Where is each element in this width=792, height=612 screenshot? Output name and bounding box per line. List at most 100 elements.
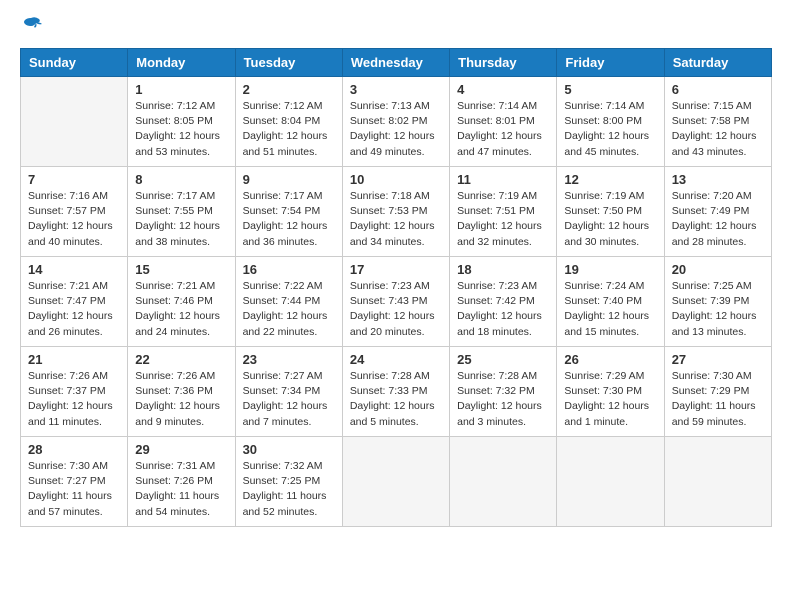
day-number: 6 <box>672 82 764 97</box>
day-info: Sunrise: 7:24 AM Sunset: 7:40 PM Dayligh… <box>564 279 656 340</box>
weekday-header-saturday: Saturday <box>664 49 771 77</box>
day-cell <box>21 77 128 167</box>
week-row-3: 14 Sunrise: 7:21 AM Sunset: 7:47 PM Dayli… <box>21 257 772 347</box>
day-cell: 2 Sunrise: 7:12 AM Sunset: 8:04 PM Daylig… <box>235 77 342 167</box>
day-cell: 4 Sunrise: 7:14 AM Sunset: 8:01 PM Daylig… <box>450 77 557 167</box>
day-cell: 7Sunrise: 7:16 AM Sunset: 7:57 PM Daylig… <box>21 167 128 257</box>
calendar-table: SundayMondayTuesdayWednesdayThursdayFrid… <box>20 48 772 527</box>
week-row-4: 21 Sunrise: 7:26 AM Sunset: 7:37 PM Dayli… <box>21 347 772 437</box>
day-number: 17 <box>350 262 442 277</box>
day-cell <box>557 437 664 527</box>
day-info: Sunrise: 7:30 AM Sunset: 7:29 PM Dayligh… <box>672 369 764 430</box>
weekday-header-wednesday: Wednesday <box>342 49 449 77</box>
day-cell: 3 Sunrise: 7:13 AM Sunset: 8:02 PM Daylig… <box>342 77 449 167</box>
day-number: 28 <box>28 442 120 457</box>
weekday-header-row: SundayMondayTuesdayWednesdayThursdayFrid… <box>21 49 772 77</box>
day-cell: 29 Sunrise: 7:31 AM Sunset: 7:26 PM Dayli… <box>128 437 235 527</box>
day-cell: 27 Sunrise: 7:30 AM Sunset: 7:29 PM Dayli… <box>664 347 771 437</box>
day-cell: 1 Sunrise: 7:12 AM Sunset: 8:05 PM Daylig… <box>128 77 235 167</box>
day-cell: 26 Sunrise: 7:29 AM Sunset: 7:30 PM Dayli… <box>557 347 664 437</box>
day-number: 29 <box>135 442 227 457</box>
day-info: Sunrise: 7:23 AM Sunset: 7:42 PM Dayligh… <box>457 279 549 340</box>
day-info: Sunrise: 7:26 AM Sunset: 7:37 PM Dayligh… <box>28 369 120 430</box>
logo <box>20 20 43 32</box>
day-number: 26 <box>564 352 656 367</box>
day-number: 20 <box>672 262 764 277</box>
day-info: Sunrise: 7:19 AM Sunset: 7:50 PM Dayligh… <box>564 189 656 250</box>
day-number: 11 <box>457 172 549 187</box>
day-info: Sunrise: 7:12 AM Sunset: 8:04 PM Dayligh… <box>243 99 335 160</box>
day-info: Sunrise: 7:26 AM Sunset: 7:36 PM Dayligh… <box>135 369 227 430</box>
day-info: Sunrise: 7:16 AM Sunset: 7:57 PM Dayligh… <box>28 189 120 250</box>
day-info: Sunrise: 7:12 AM Sunset: 8:05 PM Dayligh… <box>135 99 227 160</box>
day-cell: 13 Sunrise: 7:20 AM Sunset: 7:49 PM Dayli… <box>664 167 771 257</box>
day-number: 23 <box>243 352 335 367</box>
weekday-header-friday: Friday <box>557 49 664 77</box>
day-info: Sunrise: 7:21 AM Sunset: 7:46 PM Dayligh… <box>135 279 227 340</box>
day-number: 25 <box>457 352 549 367</box>
day-number: 1 <box>135 82 227 97</box>
day-number: 12 <box>564 172 656 187</box>
day-number: 15 <box>135 262 227 277</box>
page-header <box>20 20 772 32</box>
day-number: 3 <box>350 82 442 97</box>
week-row-5: 28 Sunrise: 7:30 AM Sunset: 7:27 PM Dayli… <box>21 437 772 527</box>
day-cell: 17 Sunrise: 7:23 AM Sunset: 7:43 PM Dayli… <box>342 257 449 347</box>
day-number: 14 <box>28 262 120 277</box>
weekday-header-monday: Monday <box>128 49 235 77</box>
day-number: 21 <box>28 352 120 367</box>
day-cell <box>342 437 449 527</box>
day-cell: 15 Sunrise: 7:21 AM Sunset: 7:46 PM Dayli… <box>128 257 235 347</box>
day-cell: 9 Sunrise: 7:17 AM Sunset: 7:54 PM Daylig… <box>235 167 342 257</box>
day-info: Sunrise: 7:25 AM Sunset: 7:39 PM Dayligh… <box>672 279 764 340</box>
day-number: 30 <box>243 442 335 457</box>
day-number: 13 <box>672 172 764 187</box>
logo-bird-icon <box>21 16 43 36</box>
day-cell: 24 Sunrise: 7:28 AM Sunset: 7:33 PM Dayli… <box>342 347 449 437</box>
week-row-1: 1 Sunrise: 7:12 AM Sunset: 8:05 PM Daylig… <box>21 77 772 167</box>
day-info: Sunrise: 7:15 AM Sunset: 7:58 PM Dayligh… <box>672 99 764 160</box>
day-cell: 14 Sunrise: 7:21 AM Sunset: 7:47 PM Dayli… <box>21 257 128 347</box>
day-cell: 11 Sunrise: 7:19 AM Sunset: 7:51 PM Dayli… <box>450 167 557 257</box>
day-number: 27 <box>672 352 764 367</box>
day-number: 18 <box>457 262 549 277</box>
day-cell <box>450 437 557 527</box>
day-cell: 5 Sunrise: 7:14 AM Sunset: 8:00 PM Daylig… <box>557 77 664 167</box>
day-info: Sunrise: 7:31 AM Sunset: 7:26 PM Dayligh… <box>135 459 227 520</box>
day-info: Sunrise: 7:21 AM Sunset: 7:47 PM Dayligh… <box>28 279 120 340</box>
day-info: Sunrise: 7:20 AM Sunset: 7:49 PM Dayligh… <box>672 189 764 250</box>
day-number: 2 <box>243 82 335 97</box>
day-number: 5 <box>564 82 656 97</box>
day-cell: 23Sunrise: 7:27 AM Sunset: 7:34 PM Dayli… <box>235 347 342 437</box>
day-cell: 18 Sunrise: 7:23 AM Sunset: 7:42 PM Dayli… <box>450 257 557 347</box>
weekday-header-tuesday: Tuesday <box>235 49 342 77</box>
day-cell <box>664 437 771 527</box>
day-number: 24 <box>350 352 442 367</box>
day-number: 9 <box>243 172 335 187</box>
day-info: Sunrise: 7:23 AM Sunset: 7:43 PM Dayligh… <box>350 279 442 340</box>
day-info: Sunrise: 7:14 AM Sunset: 8:00 PM Dayligh… <box>564 99 656 160</box>
day-info: Sunrise: 7:32 AM Sunset: 7:25 PM Dayligh… <box>243 459 335 520</box>
day-number: 19 <box>564 262 656 277</box>
day-info: Sunrise: 7:17 AM Sunset: 7:54 PM Dayligh… <box>243 189 335 250</box>
day-cell: 10Sunrise: 7:18 AM Sunset: 7:53 PM Dayli… <box>342 167 449 257</box>
weekday-header-thursday: Thursday <box>450 49 557 77</box>
day-info: Sunrise: 7:28 AM Sunset: 7:32 PM Dayligh… <box>457 369 549 430</box>
day-info: Sunrise: 7:13 AM Sunset: 8:02 PM Dayligh… <box>350 99 442 160</box>
day-info: Sunrise: 7:22 AM Sunset: 7:44 PM Dayligh… <box>243 279 335 340</box>
week-row-2: 7Sunrise: 7:16 AM Sunset: 7:57 PM Daylig… <box>21 167 772 257</box>
day-number: 4 <box>457 82 549 97</box>
day-number: 10 <box>350 172 442 187</box>
day-cell: 20 Sunrise: 7:25 AM Sunset: 7:39 PM Dayli… <box>664 257 771 347</box>
day-cell: 25 Sunrise: 7:28 AM Sunset: 7:32 PM Dayli… <box>450 347 557 437</box>
day-info: Sunrise: 7:29 AM Sunset: 7:30 PM Dayligh… <box>564 369 656 430</box>
day-number: 8 <box>135 172 227 187</box>
day-cell: 21 Sunrise: 7:26 AM Sunset: 7:37 PM Dayli… <box>21 347 128 437</box>
day-cell: 19 Sunrise: 7:24 AM Sunset: 7:40 PM Dayli… <box>557 257 664 347</box>
day-info: Sunrise: 7:14 AM Sunset: 8:01 PM Dayligh… <box>457 99 549 160</box>
day-info: Sunrise: 7:28 AM Sunset: 7:33 PM Dayligh… <box>350 369 442 430</box>
day-cell: 12 Sunrise: 7:19 AM Sunset: 7:50 PM Dayli… <box>557 167 664 257</box>
day-number: 16 <box>243 262 335 277</box>
day-info: Sunrise: 7:30 AM Sunset: 7:27 PM Dayligh… <box>28 459 120 520</box>
day-info: Sunrise: 7:19 AM Sunset: 7:51 PM Dayligh… <box>457 189 549 250</box>
